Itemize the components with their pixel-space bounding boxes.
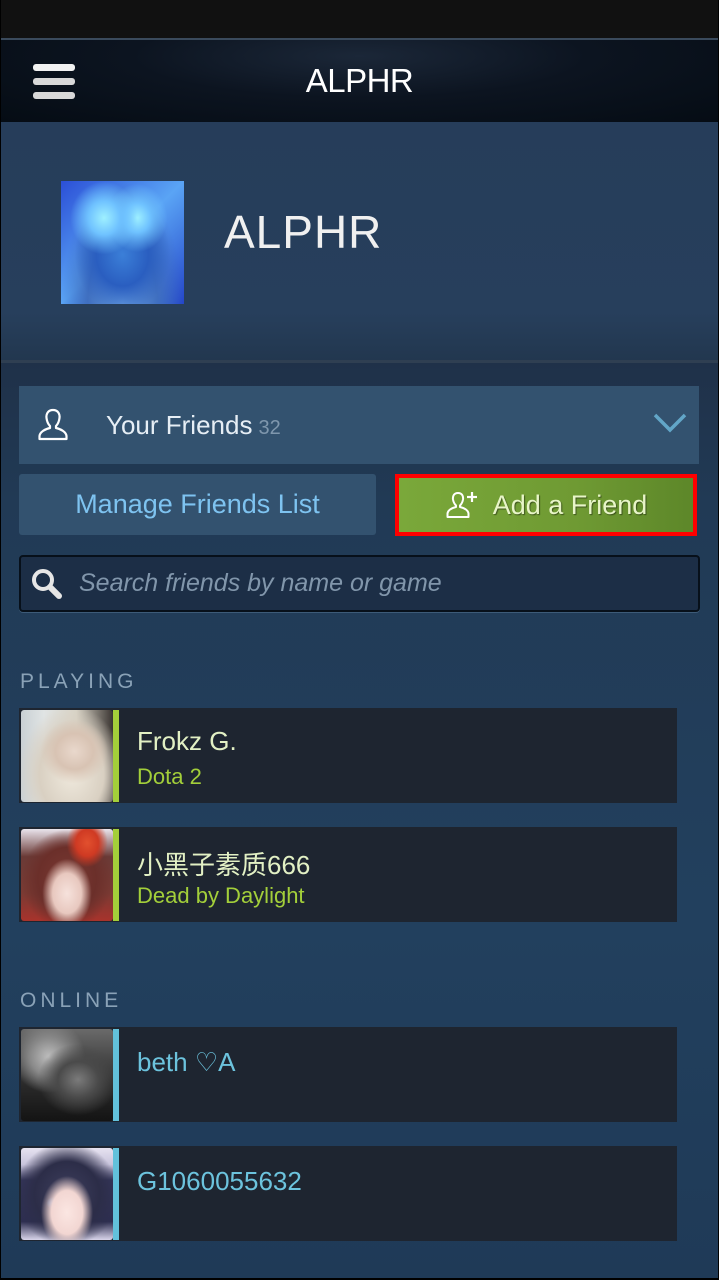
friend-name: beth ♡A bbox=[137, 1047, 236, 1077]
your-friends-dropdown[interactable]: Your Friends 32 bbox=[19, 386, 699, 464]
friends-count: 32 bbox=[258, 417, 281, 439]
search-friends-box bbox=[19, 555, 700, 612]
online-section-header: ONLINE bbox=[20, 989, 123, 1012]
friend-row[interactable]: Frokz G. Dota 2 bbox=[19, 708, 677, 803]
friend-name: 小黑子素质666 bbox=[137, 850, 311, 880]
user-icon bbox=[38, 408, 68, 441]
add-a-friend-label: Add a Friend bbox=[492, 489, 648, 520]
friend-row[interactable]: G1060055632 bbox=[19, 1146, 677, 1241]
search-icon bbox=[32, 569, 62, 599]
friend-row[interactable]: beth ♡A bbox=[19, 1027, 677, 1122]
friend-avatar bbox=[21, 710, 113, 802]
in-game-status-indicator bbox=[113, 710, 119, 802]
add-a-friend-button[interactable]: Add a Friend bbox=[395, 474, 697, 536]
friend-row[interactable]: 小黑子素质666 Dead by Daylight bbox=[19, 827, 677, 922]
friend-name: Frokz G. bbox=[137, 726, 237, 756]
in-game-status-indicator bbox=[113, 829, 119, 921]
profile-username: ALPHR bbox=[224, 206, 383, 258]
manage-friends-list-button[interactable]: Manage Friends List bbox=[19, 474, 376, 535]
friend-avatar bbox=[21, 1029, 113, 1121]
chevron-down-icon[interactable] bbox=[653, 412, 687, 434]
friend-avatar bbox=[21, 1148, 113, 1240]
search-friends-input[interactable] bbox=[79, 557, 689, 610]
friend-game: Dead by Daylight bbox=[137, 883, 305, 908]
friend-avatar bbox=[21, 829, 113, 921]
online-status-indicator bbox=[113, 1148, 119, 1240]
friend-name: G1060055632 bbox=[137, 1166, 302, 1196]
friend-game: Dota 2 bbox=[137, 764, 202, 789]
playing-section-header: PLAYING bbox=[20, 670, 138, 693]
your-friends-label: Your Friends 32 bbox=[106, 410, 281, 441]
nav-title: ALPHR bbox=[305, 62, 414, 99]
friends-content: Your Friends 32 Manage Friends List Add a… bbox=[0, 363, 719, 1280]
profile-header: ALPHR bbox=[0, 122, 719, 363]
top-nav-bar: ALPHR bbox=[0, 38, 719, 122]
manage-friends-list-label: Manage Friends List bbox=[75, 489, 320, 519]
add-user-icon bbox=[446, 492, 477, 518]
profile-avatar[interactable] bbox=[61, 181, 184, 304]
your-friends-text: Your Friends bbox=[106, 410, 253, 440]
online-status-indicator bbox=[113, 1029, 119, 1121]
status-bar bbox=[0, 0, 719, 38]
